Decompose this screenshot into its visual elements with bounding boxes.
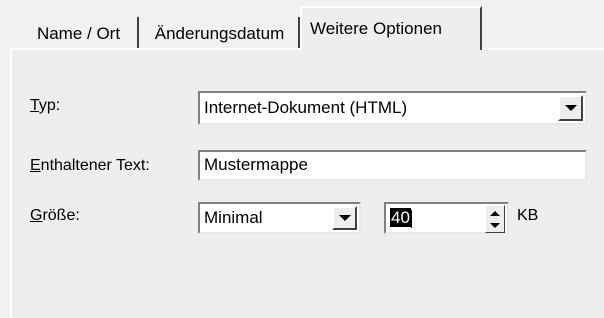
size-mode-select[interactable]: Minimal	[198, 202, 361, 234]
size-spin-down[interactable]	[485, 218, 505, 233]
tab-label: Name / Ort	[36, 23, 121, 43]
size-mode-value: Minimal	[204, 208, 263, 227]
text-input-value: Mustermappe	[204, 155, 308, 174]
size-number-text: 40	[390, 208, 412, 228]
size-unit: KB	[517, 207, 539, 224]
text-label: Enthaltener Text:	[30, 157, 150, 174]
type-label: Typ:	[30, 97, 61, 114]
size-label: Größe:	[30, 207, 80, 224]
text-caret	[410, 209, 412, 228]
tab-strip: Name / Ort Änderungsdatum Weitere Option…	[0, 0, 604, 52]
chevron-down-icon	[338, 215, 351, 221]
tab-name-ort[interactable]: Name / Ort	[20, 17, 139, 50]
type-dropdown-button[interactable]	[558, 95, 583, 121]
size-number-value: 40	[390, 208, 411, 227]
size-mode-dropdown-button[interactable]	[332, 206, 357, 230]
chevron-down-icon	[564, 105, 577, 111]
options-panel	[10, 48, 604, 318]
tab-weitere-optionen[interactable]: Weitere Optionen	[300, 6, 482, 50]
size-number-input[interactable]: 40	[384, 202, 509, 234]
spin-down-icon	[490, 222, 500, 228]
type-select[interactable]: Internet-Dokument (HTML)	[198, 91, 587, 125]
text-input[interactable]: Mustermappe	[198, 150, 587, 181]
spin-up-icon	[490, 210, 500, 216]
type-select-value: Internet-Dokument (HTML)	[204, 98, 408, 117]
tab-label: Änderungsdatum	[154, 23, 285, 43]
tab-label: Weitere Optionen	[310, 19, 442, 38]
tab-aenderungsdatum[interactable]: Änderungsdatum	[141, 17, 300, 50]
